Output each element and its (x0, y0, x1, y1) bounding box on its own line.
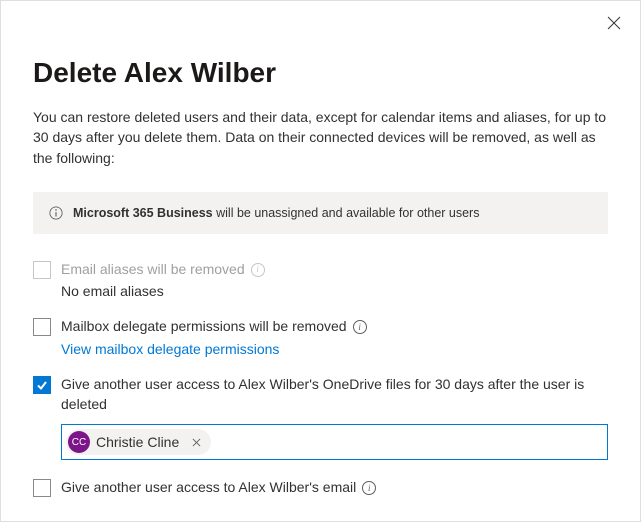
label-email-aliases: Email aliases will be removed (61, 260, 245, 280)
checkbox-email-aliases (33, 261, 51, 279)
persona-initials: CC (68, 431, 90, 453)
checkmark-icon (36, 379, 48, 391)
info-icon[interactable]: i (362, 481, 376, 495)
close-button[interactable] (602, 11, 626, 35)
persona-chip: CC Christie Cline (66, 429, 211, 455)
persona-name: Christie Cline (96, 434, 181, 450)
people-picker-onedrive[interactable]: CC Christie Cline (61, 424, 608, 460)
remove-persona-button[interactable] (187, 433, 205, 451)
link-view-delegate-permissions[interactable]: View mailbox delegate permissions (61, 341, 279, 357)
option-onedrive-access: Give another user access to Alex Wilber'… (33, 375, 608, 460)
sub-no-aliases: No email aliases (61, 283, 608, 299)
delete-user-panel: Delete Alex Wilber You can restore delet… (1, 57, 640, 522)
info-icon[interactable]: i (353, 320, 367, 334)
checkbox-onedrive-access[interactable] (33, 376, 51, 394)
option-email-aliases: Email aliases will be removed i No email… (33, 260, 608, 300)
option-mailbox-delegate: Mailbox delegate permissions will be rem… (33, 317, 608, 357)
close-icon (607, 16, 621, 30)
label-onedrive-access: Give another user access to Alex Wilber'… (61, 375, 608, 414)
checkbox-email-access[interactable] (33, 479, 51, 497)
option-email-access: Give another user access to Alex Wilber'… (33, 478, 608, 498)
info-icon (49, 206, 63, 220)
checkbox-mailbox-delegate[interactable] (33, 318, 51, 336)
license-info-bar: Microsoft 365 Business will be unassigne… (33, 192, 608, 234)
license-info-text: Microsoft 365 Business will be unassigne… (73, 206, 479, 220)
intro-text: You can restore deleted users and their … (33, 107, 608, 168)
close-icon (192, 438, 201, 447)
page-title: Delete Alex Wilber (33, 57, 608, 89)
label-email-access: Give another user access to Alex Wilber'… (61, 478, 356, 498)
label-mailbox-delegate: Mailbox delegate permissions will be rem… (61, 317, 347, 337)
info-icon[interactable]: i (251, 263, 265, 277)
